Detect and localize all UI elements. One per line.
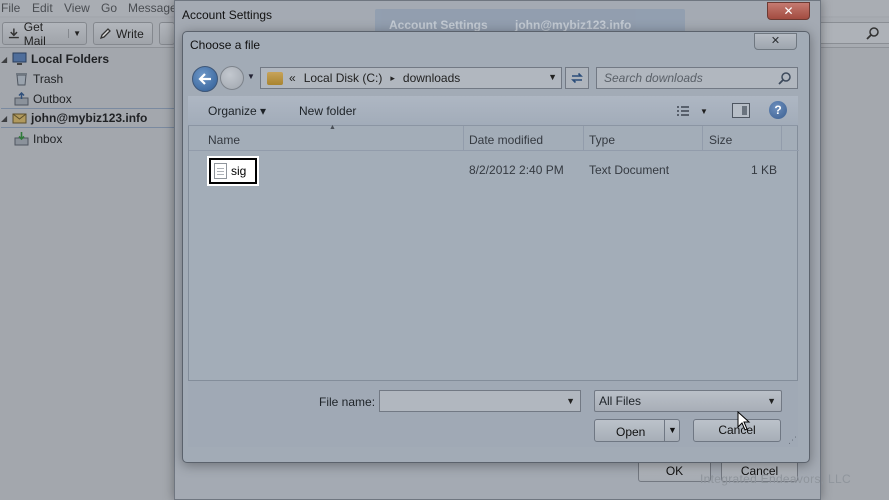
file-date-modified: 8/2/2012 2:40 PM xyxy=(469,163,564,177)
file-type-selected: All Files xyxy=(599,394,642,408)
chevron-down-icon: ▼ xyxy=(767,396,776,406)
tree-label: Local Folders xyxy=(31,52,110,66)
toolbar-button-partial[interactable] xyxy=(159,22,175,45)
address-overflow[interactable]: « xyxy=(289,71,296,85)
sort-ascending-icon: ▲ xyxy=(329,124,336,131)
file-size: 1 KB xyxy=(751,163,778,177)
forward-button[interactable] xyxy=(220,66,244,90)
refresh-icon xyxy=(571,72,583,84)
column-size[interactable]: Size xyxy=(709,133,732,147)
chevron-down-icon[interactable]: ▼ xyxy=(668,425,677,435)
menu-file[interactable]: File xyxy=(1,1,20,15)
search-input[interactable] xyxy=(597,68,775,88)
tree-account[interactable]: ◢ john@mybiz123.info xyxy=(1,108,177,128)
history-dropdown-icon[interactable]: ▼ xyxy=(247,72,257,84)
column-separator[interactable] xyxy=(463,126,464,151)
menu-go[interactable]: Go xyxy=(101,1,117,15)
mouse-cursor-icon xyxy=(737,411,751,431)
dialog-title: Choose a file xyxy=(190,38,261,52)
file-item-sig[interactable]: sig xyxy=(209,158,257,184)
file-type-select[interactable]: All Files ▼ xyxy=(594,390,782,412)
search-icon xyxy=(866,27,879,40)
trash-icon xyxy=(16,73,27,86)
quick-filter-search[interactable] xyxy=(820,22,889,44)
column-separator[interactable] xyxy=(702,126,703,151)
file-name-combobox[interactable]: ▼ xyxy=(379,390,581,412)
chevron-down-icon[interactable]: ▼ xyxy=(68,29,81,38)
new-folder-button[interactable]: New folder xyxy=(299,104,356,118)
file-name: sig xyxy=(231,164,247,178)
close-button[interactable]: ✕ xyxy=(754,33,797,50)
get-mail-label: Get Mail xyxy=(23,19,46,48)
expand-arrow-icon[interactable]: ◢ xyxy=(1,114,8,123)
window-title: Account Settings xyxy=(182,8,273,22)
download-icon xyxy=(8,28,19,39)
column-date-modified[interactable]: Date modified xyxy=(469,133,543,147)
chevron-down-icon[interactable]: ▼ xyxy=(566,396,575,406)
address-segment-drive[interactable]: Local Disk (C:) xyxy=(304,71,383,85)
search-icon[interactable] xyxy=(778,71,792,85)
organize-button[interactable]: Organize ▾ xyxy=(208,104,266,118)
column-separator[interactable] xyxy=(583,126,584,151)
split-divider xyxy=(664,420,665,441)
address-separator-icon[interactable]: ▸ xyxy=(390,73,395,84)
file-name-label: File name: xyxy=(319,395,376,409)
chevron-down-icon[interactable]: ▼ xyxy=(548,72,557,82)
menu-message[interactable]: Message xyxy=(128,1,177,15)
list-view-icon xyxy=(677,105,689,116)
outbox-icon xyxy=(14,92,29,106)
mail-account-icon xyxy=(12,113,27,124)
address-bar[interactable]: « Local Disk (C:) ▸ downloads ▼ xyxy=(260,67,562,89)
expand-arrow-icon[interactable]: ◢ xyxy=(1,55,8,64)
banner-email: john@mybiz123.info xyxy=(515,18,632,32)
back-button[interactable] xyxy=(192,66,218,92)
tree-label: Inbox xyxy=(33,132,63,146)
watermark: Integrated Endeavors, LLC xyxy=(700,472,851,486)
tree-label: Outbox xyxy=(33,92,72,106)
preview-pane-button[interactable] xyxy=(732,103,750,118)
open-label: Open xyxy=(616,425,646,439)
refresh-button[interactable] xyxy=(565,67,589,89)
tree-label: john@mybiz123.info xyxy=(31,111,148,125)
close-button[interactable]: ✕ xyxy=(767,2,810,20)
tree-local-folders[interactable]: ◢ Local Folders xyxy=(1,49,177,69)
chevron-down-icon: ▼ xyxy=(700,106,708,116)
tree-label: Trash xyxy=(33,72,64,86)
column-headers: ▲ Name Date modified Type Size xyxy=(189,124,799,151)
banner-heading: Account Settings xyxy=(389,18,488,32)
address-segment-folder[interactable]: downloads xyxy=(403,71,460,85)
tree-outbox[interactable]: Outbox xyxy=(14,89,190,109)
column-type[interactable]: Type xyxy=(589,133,615,147)
write-button[interactable]: Write xyxy=(93,22,153,45)
text-document-icon xyxy=(214,163,227,179)
resize-grip-icon[interactable]: ⋰ xyxy=(788,435,797,446)
column-separator[interactable] xyxy=(781,126,782,151)
menu-view[interactable]: View xyxy=(64,1,90,15)
choose-file-dialog: Choose a file ✕ ▼ « Local Disk (C:) ▸ do… xyxy=(182,31,810,463)
search-field[interactable] xyxy=(596,67,798,89)
computer-icon xyxy=(12,52,27,65)
file-name-input[interactable] xyxy=(380,391,560,411)
folder-icon xyxy=(267,71,283,85)
tree-inbox[interactable]: Inbox xyxy=(14,129,190,149)
menu-edit[interactable]: Edit xyxy=(32,1,53,15)
file-list[interactable]: ▲ Name Date modified Type Size sig 8/2/2… xyxy=(188,124,799,381)
command-bar: Organize ▾ New folder ▼ ? xyxy=(188,96,798,126)
file-row[interactable]: sig 8/2/2012 2:40 PM Text Document 1 KB xyxy=(189,156,799,184)
arrow-left-icon xyxy=(198,73,211,85)
help-button[interactable]: ? xyxy=(769,101,787,119)
write-label: Write xyxy=(116,26,144,41)
inbox-icon xyxy=(14,132,29,146)
dialog-footer: File name: ▼ All Files ▼ Open ▼ Cancel ⋰ xyxy=(188,381,798,447)
pencil-icon xyxy=(99,28,111,40)
open-button[interactable]: Open ▼ xyxy=(594,419,680,442)
file-type: Text Document xyxy=(589,163,670,177)
change-view-button[interactable]: ▼ xyxy=(676,103,716,119)
column-name[interactable]: Name xyxy=(208,133,240,147)
folder-pane: ◢ Local Folders Trash Outbox ◢ john@mybi… xyxy=(0,48,177,500)
tree-trash[interactable]: Trash xyxy=(14,69,190,89)
get-mail-button[interactable]: Get Mail ▼ xyxy=(2,19,87,48)
